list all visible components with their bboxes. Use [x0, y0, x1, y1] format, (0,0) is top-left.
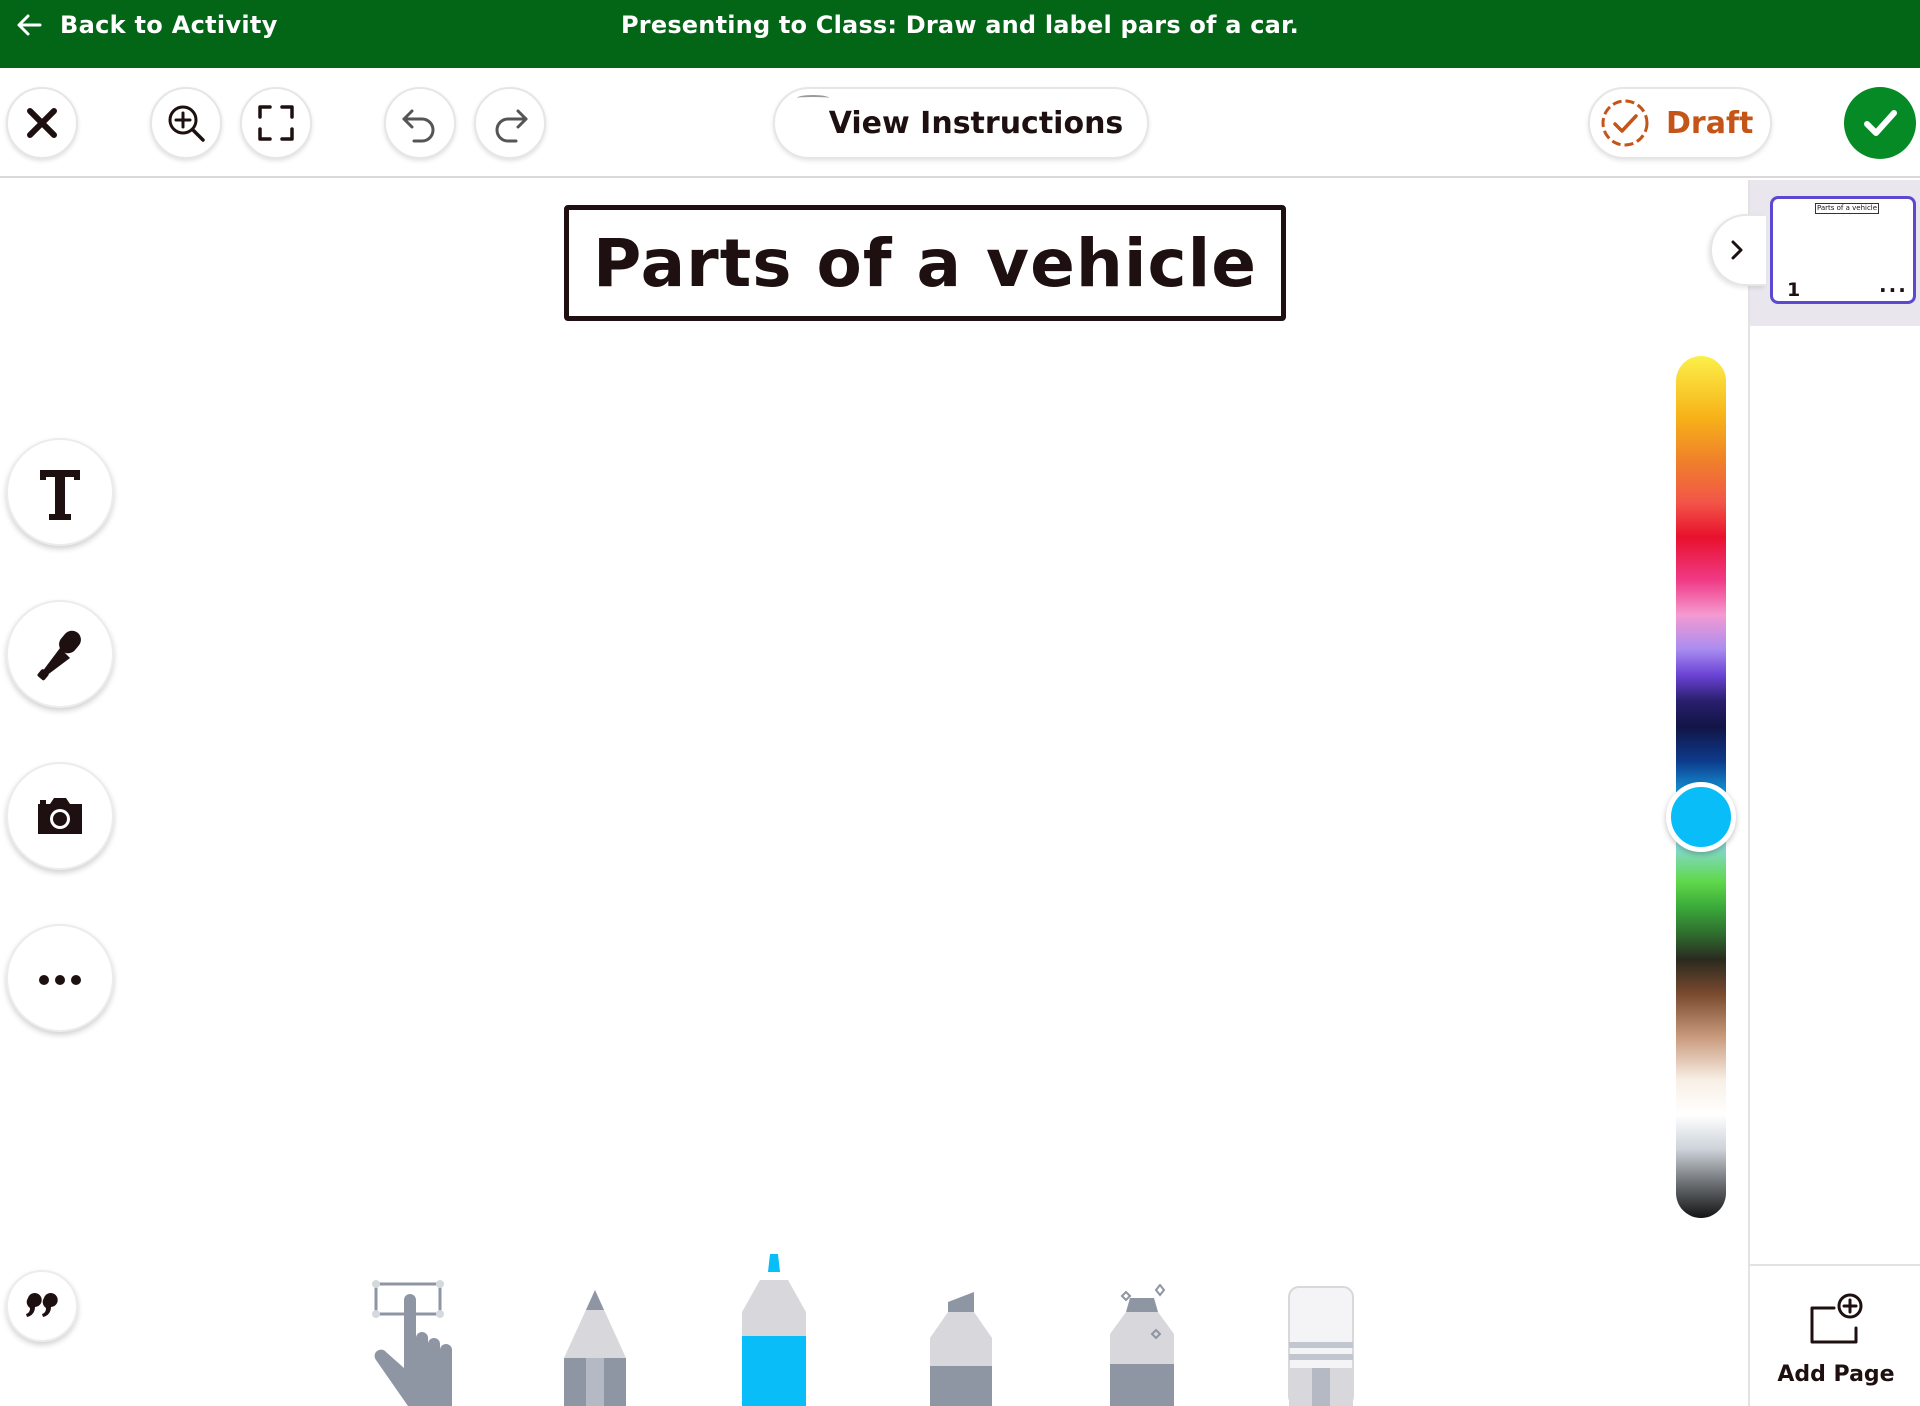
page-thumbnail-1[interactable]: Parts of a vehicle 1 ... [1770, 196, 1916, 304]
zoom-in-button[interactable] [150, 87, 222, 159]
close-button[interactable] [6, 87, 78, 159]
more-tools-button[interactable] [6, 924, 114, 1032]
text-icon [40, 470, 80, 520]
page-number: 1 [1787, 279, 1801, 301]
back-to-activity-button[interactable]: Back to Activity [14, 8, 278, 42]
draft-button[interactable]: Draft [1588, 87, 1772, 159]
text-tool-button[interactable] [6, 438, 114, 546]
ellipsis-icon [39, 975, 81, 985]
view-instructions-label: View Instructions [828, 105, 1124, 141]
camera-button[interactable] [6, 762, 114, 870]
chevron-right-icon [1731, 240, 1743, 260]
pages-panel: Parts of a vehicle 1 ... Add Page [1748, 180, 1920, 1406]
close-icon [27, 108, 57, 138]
add-page-icon [1810, 1293, 1863, 1344]
expand-pages-button[interactable] [1710, 214, 1766, 286]
draft-check-icon [1601, 99, 1649, 147]
page-menu-button[interactable]: ... [1879, 273, 1908, 297]
glitter-pen-tool[interactable] [1104, 1284, 1180, 1406]
zoom-in-icon [168, 105, 205, 142]
arrow-left-icon [17, 14, 42, 36]
add-page-label: Add Page [1777, 1362, 1895, 1387]
back-to-activity-label: Back to Activity [60, 11, 278, 39]
fullscreen-button[interactable] [240, 87, 312, 159]
canvas-title-box[interactable]: Parts of a vehicle [564, 205, 1286, 321]
redo-button[interactable] [474, 87, 546, 159]
top-banner: Back to Activity Presenting to Class: Dr… [0, 0, 1920, 68]
view-instructions-button[interactable]: View Instructions [773, 87, 1149, 159]
add-page-button[interactable]: Add Page [1750, 1264, 1920, 1406]
microphone-icon [37, 630, 81, 681]
highlighter-tool[interactable] [926, 1288, 996, 1406]
camera-icon [38, 798, 82, 834]
draft-label: Draft [1666, 105, 1754, 141]
page-thumbnail-title: Parts of a vehicle [1815, 203, 1879, 214]
instructions-thumbnail-icon [797, 95, 829, 101]
eraser-tool[interactable] [1286, 1284, 1356, 1406]
fullscreen-icon [258, 105, 294, 141]
toolbar: View Instructions Draft [0, 68, 1920, 178]
submit-button[interactable] [1844, 87, 1916, 159]
quote-icon [26, 1293, 58, 1317]
quote-button[interactable] [6, 1270, 78, 1342]
drawing-tools-tray [360, 1252, 1360, 1406]
presenting-title: Presenting to Class: Draw and label pars… [621, 11, 1299, 39]
page-slot-selected: Parts of a vehicle 1 ... [1750, 180, 1920, 326]
canvas-title: Parts of a vehicle [593, 224, 1257, 302]
select-hand-tool[interactable] [368, 1278, 460, 1406]
record-audio-button[interactable] [6, 600, 114, 708]
selected-color-handle[interactable] [1666, 782, 1736, 852]
pencil-tool[interactable] [560, 1288, 630, 1406]
drawing-canvas[interactable]: Parts of a vehicle [0, 180, 1766, 1406]
redo-icon [495, 109, 528, 143]
undo-button[interactable] [384, 87, 456, 159]
checkmark-icon [1864, 110, 1897, 136]
undo-icon [402, 109, 435, 143]
marker-tool-selected[interactable] [738, 1252, 810, 1406]
